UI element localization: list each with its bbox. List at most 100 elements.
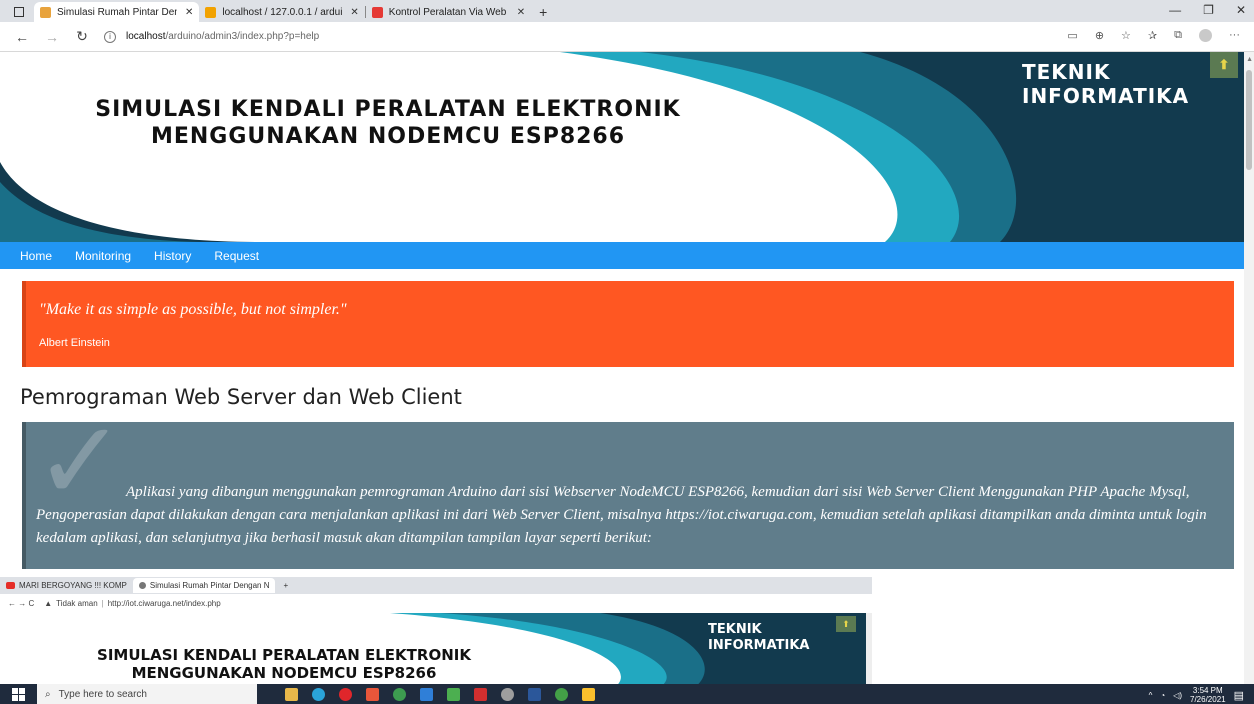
screenshot-tab-youtube: MARI BERGOYANG !!! KOMP [0,578,133,593]
favorites-list-icon[interactable]: ✰ [1148,29,1157,42]
screenshot-badge-icon: ⬆ [836,616,856,632]
info-text: Aplikasi yang dibangun menggunakan pemro… [36,484,1207,546]
extension-badge-icon[interactable]: ⬆ [1210,52,1238,78]
header-banner: SIMULASI KENDALI PERALATAN ELEKTRONIK ME… [0,52,1244,242]
screenshot-tab-simulasi: Simulasi Rumah Pintar Dengan N [132,578,276,593]
screenshot-url: http://iot.ciwaruga.net/index.php [107,599,221,608]
search-placeholder: Type here to search [58,688,147,700]
clock-date: 7/26/2021 [1190,695,1226,704]
screenshot-tab-title: MARI BERGOYANG !!! KOMP [19,581,127,590]
windows-start-icon[interactable] [12,687,25,701]
chrome-alt-icon[interactable] [555,687,568,701]
app-icon[interactable] [501,687,514,701]
screenshot-scrollbar [866,613,872,684]
screenshot-address-bar: ← → C ▲ Tidak aman | http://iot.ciwaruga… [0,594,872,614]
scroll-up-icon[interactable]: ▲ [1246,56,1253,63]
back-icon[interactable]: ← [14,29,30,45]
folder-icon[interactable] [582,687,595,701]
notepad-icon[interactable] [447,687,460,701]
quote-text: "Make it as simple as possible, but not … [39,301,347,318]
file-explorer-icon[interactable] [285,687,298,701]
screenshot-brand-line1: TEKNIK [708,622,762,637]
nav-history[interactable]: History [154,249,191,263]
tray-chevron-icon[interactable]: ^ [1149,691,1153,700]
word-icon[interactable] [528,687,541,701]
minimize-icon[interactable]: — [1169,3,1181,17]
screenshot-tab-title: Simulasi Rumah Pintar Dengan N [149,581,270,590]
page-scrollbar[interactable]: ▲ [1244,52,1254,684]
clock-time: 3:54 PM [1192,686,1223,695]
screenshot-brand-line2: INFORMATIKA [708,638,810,653]
reload-icon[interactable]: ↻ [74,28,90,45]
main-nav: Home Monitoring History Request [0,242,1244,269]
app-screenshot-image: MARI BERGOYANG !!! KOMP Simulasi Rumah P… [0,577,872,684]
banner-title-line1: SIMULASI KENDALI PERALATAN ELEKTRONIK [95,97,681,122]
system-tray: ^ ◔ ◁) 3:54 PM 7/26/2021 ▤ [1149,686,1244,704]
tab-title: localhost / 127.0.0.1 / arduino | p [222,6,343,18]
nav-monitoring[interactable]: Monitoring [75,249,131,263]
tab-title: Simulasi Rumah Pintar Dengan N [57,6,177,18]
screenshot-title: SIMULASI KENDALI PERALATAN ELEKTRONIK ME… [44,646,524,682]
tab-close-icon[interactable]: ✕ [517,7,525,18]
new-tab-button[interactable]: + [539,4,547,20]
screenshot-title-line1: SIMULASI KENDALI PERALATAN ELEKTRONIK [97,646,471,664]
volume-icon[interactable]: ◁) [1173,691,1182,700]
info-panel: ✓ Aplikasi yang dibangun menggunakan pem… [22,422,1234,569]
brand-text: TEKNIK INFORMATIKA [1022,60,1189,108]
nav-home[interactable]: Home [20,249,52,263]
edge-browser-icon[interactable] [312,687,325,701]
nav-request[interactable]: Request [214,249,259,263]
browser-tab-bar: Simulasi Rumah Pintar Dengan N ✕ localho… [0,0,1254,22]
brand-line2: INFORMATIKA [1022,84,1190,108]
opera-icon[interactable] [339,687,352,701]
globe-icon [138,582,146,589]
filezilla-icon[interactable] [474,687,487,701]
screenshot-tab-bar: MARI BERGOYANG !!! KOMP Simulasi Rumah P… [0,577,872,594]
screenshot-title-line2: MENGGUNAKAN NODEMCU ESP8266 [131,664,437,682]
brand-line1: TEKNIK [1022,60,1111,84]
tab-actions-icon[interactable] [14,7,24,17]
screenshot-new-tab-icon: + [283,581,289,590]
section-heading: Pemrograman Web Server dan Web Client [20,385,462,409]
taskbar-apps [285,687,595,701]
windows-taskbar: ⌕ Type here to search ^ ◔ ◁) 3:54 PM 7/2… [0,684,1254,704]
forward-icon[interactable]: → [44,29,60,45]
tab-simulasi[interactable]: Simulasi Rumah Pintar Dengan N ✕ [34,2,200,22]
site-info-icon[interactable]: i [104,30,116,43]
tab-kontrol[interactable]: Kontrol Peralatan Via Web deng ✕ [366,2,531,22]
taskbar-clock[interactable]: 3:54 PM 7/26/2021 [1190,686,1226,704]
url-field[interactable]: i localhost/arduino/admin3/index.php?p=h… [104,30,320,43]
scrollbar-thumb[interactable] [1246,70,1252,170]
zoom-icon[interactable]: ⊕ [1095,29,1104,42]
quote-author: Albert Einstein [39,337,110,349]
store-icon[interactable] [420,687,433,701]
collections-icon[interactable]: ⧉ [1174,29,1182,42]
tab-close-icon[interactable]: ✕ [350,7,358,18]
notification-icon[interactable]: ▤ [1234,689,1244,702]
address-bar: ← → ↻ i localhost/arduino/admin3/index.p… [0,22,1254,52]
restore-icon[interactable]: ❐ [1203,3,1214,17]
office-icon[interactable] [366,687,379,701]
screenshot-not-secure: Tidak aman [56,599,98,608]
tab-close-icon[interactable]: ✕ [185,7,193,18]
tab-phpmyadmin[interactable]: localhost / 127.0.0.1 / arduino | p ✕ [199,2,364,22]
screenshot-brand: TEKNIK INFORMATIKA [708,622,810,654]
taskbar-search-input[interactable]: ⌕ Type here to search [37,684,257,704]
favorite-star-icon[interactable]: ☆ [1121,29,1131,42]
more-menu-icon[interactable]: ··· [1229,29,1240,42]
window-controls: — ❐ ✕ [1169,3,1246,17]
profile-avatar-icon[interactable] [1199,29,1212,42]
web-page: SIMULASI KENDALI PERALATAN ELEKTRONIK ME… [0,52,1244,684]
chrome-icon[interactable] [393,687,406,701]
site-favicon-icon [40,6,51,18]
quote-panel: "Make it as simple as possible, but not … [22,281,1234,367]
banner-title: SIMULASI KENDALI PERALATAN ELEKTRONIK ME… [38,96,738,150]
url-path: /arduino/admin3/index.php?p=help [165,31,320,42]
banner-title-line2: MENGGUNAKAN NODEMCU ESP8266 [150,124,626,149]
reading-view-icon[interactable]: ▭ [1067,29,1077,42]
browser-toolbar: ▭ ⊕ ☆ ✰ ⧉ ··· [1067,29,1240,42]
screenshot-banner: SIMULASI KENDALI PERALATAN ELEKTRONIK ME… [0,613,866,684]
close-window-icon[interactable]: ✕ [1236,3,1246,17]
tab-title: Kontrol Peralatan Via Web deng [388,6,509,18]
network-icon[interactable]: ◔ [1160,691,1165,700]
